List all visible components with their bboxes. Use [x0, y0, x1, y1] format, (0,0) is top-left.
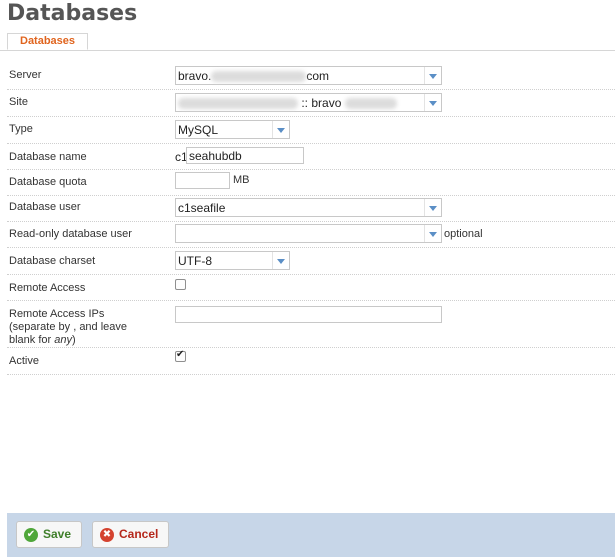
- remote-ips-input[interactable]: [175, 306, 442, 323]
- database-name-row: Database name c1 seahubdb: [7, 143, 615, 170]
- database-user-value: c1seafile: [178, 201, 226, 215]
- remote-ips-row: Remote Access IPs (separate by , and lea…: [7, 300, 615, 348]
- chevron-down-icon[interactable]: [424, 199, 441, 216]
- site-select[interactable]: :: bravo: [175, 93, 442, 112]
- save-button-label: Save: [43, 527, 72, 541]
- database-name-label: Database name: [9, 151, 87, 163]
- server-select[interactable]: bravo. com: [175, 66, 442, 85]
- chevron-down-icon[interactable]: [424, 67, 441, 84]
- chevron-down-icon[interactable]: [424, 94, 441, 111]
- active-label: Active: [9, 355, 39, 367]
- tab-bar: Databases: [0, 33, 615, 51]
- database-quota-row: Database quota MB: [7, 169, 615, 196]
- cancel-button-label: Cancel: [119, 527, 159, 541]
- database-user-select[interactable]: c1seafile: [175, 198, 442, 217]
- charset-label: Database charset: [9, 255, 96, 267]
- readonly-user-select[interactable]: [175, 224, 442, 243]
- database-quota-label: Database quota: [9, 176, 87, 188]
- page-title: Databases: [7, 1, 138, 26]
- form-footer: ✔ Save ✖ Cancel: [7, 513, 615, 557]
- readonly-user-row: Read-only database user optional: [7, 221, 615, 248]
- remote-ips-label-line3: blank for any): [9, 334, 76, 346]
- redacted-text: [344, 98, 397, 110]
- redacted-text: [211, 71, 307, 83]
- database-name-input[interactable]: seahubdb: [186, 147, 304, 164]
- tab-databases[interactable]: Databases: [7, 33, 89, 50]
- type-row: Type MySQL: [7, 116, 615, 144]
- remote-access-checkbox[interactable]: [175, 279, 186, 290]
- database-quota-input[interactable]: [175, 172, 230, 189]
- server-value-prefix: bravo.: [178, 69, 212, 83]
- remote-ips-label: Remote Access IPs (separate by , and lea…: [9, 308, 127, 347]
- optional-note: optional: [444, 228, 483, 240]
- chevron-down-icon[interactable]: [272, 252, 289, 269]
- charset-value: UTF-8: [178, 254, 212, 268]
- type-value: MySQL: [178, 123, 219, 137]
- site-value: :: bravo: [301, 96, 342, 110]
- chevron-down-icon[interactable]: [424, 225, 441, 242]
- readonly-user-label: Read-only database user: [9, 228, 132, 240]
- site-label: Site: [9, 96, 28, 108]
- remote-ips-label-line1: Remote Access IPs: [9, 308, 105, 320]
- check-circle-icon: ✔: [24, 528, 38, 542]
- server-value-suffix: com: [306, 69, 330, 83]
- remote-access-label: Remote Access: [9, 282, 86, 294]
- quota-unit: MB: [233, 174, 250, 186]
- database-user-label: Database user: [9, 201, 81, 213]
- server-row: Server bravo. com: [7, 62, 615, 90]
- site-row: Site :: bravo: [7, 89, 615, 117]
- save-button[interactable]: ✔ Save: [16, 521, 83, 548]
- remote-access-row: Remote Access: [7, 274, 615, 301]
- active-row: Active: [7, 347, 615, 375]
- remote-ips-label-line2: (separate by , and leave: [9, 321, 128, 333]
- charset-select[interactable]: UTF-8: [175, 251, 290, 270]
- redacted-text: [178, 98, 298, 110]
- cancel-circle-icon: ✖: [100, 528, 114, 542]
- chevron-down-icon[interactable]: [272, 121, 289, 138]
- server-label: Server: [9, 69, 42, 81]
- database-user-row: Database user c1seafile: [7, 195, 615, 222]
- type-label: Type: [9, 123, 33, 135]
- cancel-button[interactable]: ✖ Cancel: [92, 521, 170, 548]
- charset-row: Database charset UTF-8: [7, 247, 615, 275]
- active-checkbox[interactable]: [175, 349, 186, 362]
- type-select[interactable]: MySQL: [175, 120, 290, 139]
